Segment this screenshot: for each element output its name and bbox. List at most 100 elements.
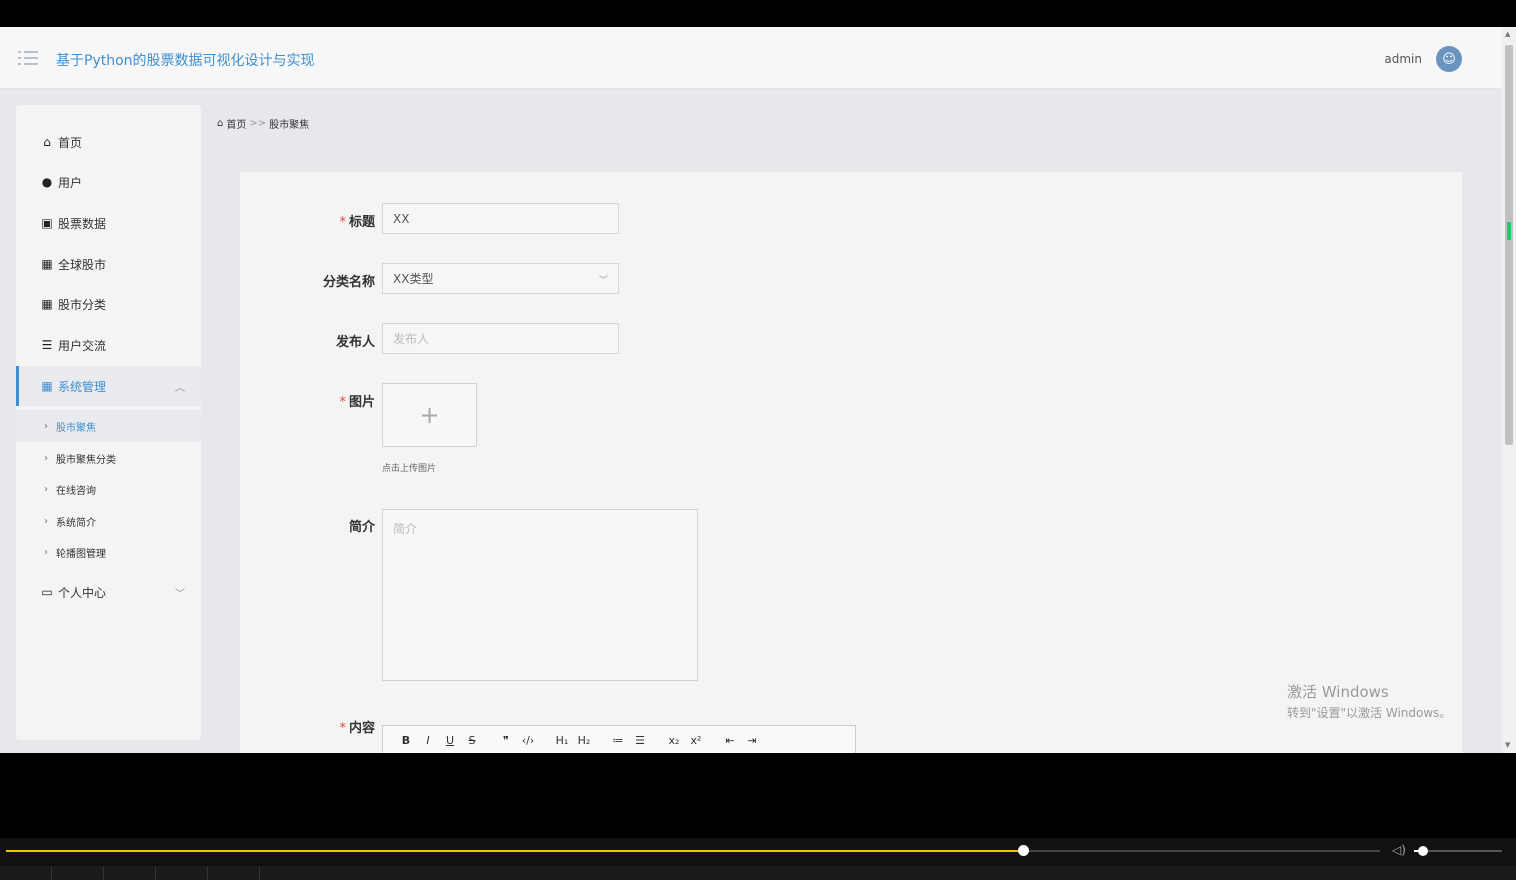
- bold-button[interactable]: B: [395, 734, 417, 747]
- heading2-button[interactable]: H₂: [573, 734, 595, 747]
- intro-label: 简介: [255, 516, 375, 535]
- breadcrumb-home[interactable]: 首页: [226, 116, 246, 131]
- sidebar-subitem-label: 股市聚焦分类: [56, 454, 116, 466]
- taskbar-slot[interactable]: [52, 866, 104, 880]
- volume-knob[interactable]: [1418, 846, 1428, 856]
- list-icon: ☰: [41, 338, 53, 352]
- top-bar: 基于Python的股票数据可视化设计与实现 admin ☺: [0, 27, 1502, 89]
- sidebar-subitem-market-focus[interactable]: › 股市聚焦: [16, 410, 201, 442]
- chevron-right-icon: ›: [44, 483, 48, 495]
- sidebar-item-label: 系统管理: [58, 379, 107, 394]
- browser-viewport: 基于Python的股票数据可视化设计与实现 admin ☺ ⌂ 首页 ● 用户 …: [0, 27, 1502, 753]
- chevron-right-icon: ›: [44, 546, 48, 558]
- title-label-text: 标题: [348, 215, 375, 230]
- intro-textarea[interactable]: 简介: [382, 509, 698, 681]
- sidebar-item-personal-center[interactable]: ▭ 个人中心 ﹀: [16, 572, 201, 612]
- sidebar-subitem-market-focus-category[interactable]: › 股市聚焦分类: [16, 442, 201, 474]
- user-name[interactable]: admin: [1384, 52, 1422, 66]
- sidebar-subitem-system-intro[interactable]: › 系统简介: [16, 505, 201, 537]
- breadcrumb-current: 股市聚焦: [269, 120, 310, 131]
- menu-toggle-icon[interactable]: [18, 51, 40, 67]
- sidebar-item-home[interactable]: ⌂ 首页: [16, 122, 201, 162]
- upload-hint: 点击上传图片: [382, 464, 437, 474]
- underline-button[interactable]: U: [439, 734, 461, 747]
- subscript-button[interactable]: x₂: [663, 734, 685, 747]
- publisher-input[interactable]: 发布人: [382, 323, 619, 354]
- sidebar-item-label: 全球股市: [58, 257, 107, 272]
- blockquote-button[interactable]: ❞: [495, 734, 517, 747]
- avatar[interactable]: ☺: [1436, 46, 1462, 72]
- sidebar-item-label: 用户交流: [58, 338, 107, 353]
- volume-icon[interactable]: ◁): [1392, 843, 1406, 857]
- sidebar-subitem-carousel[interactable]: › 轮播图管理: [16, 536, 201, 568]
- intro-label-text: 简介: [348, 520, 375, 535]
- sidebar-item-label: 用户: [58, 175, 83, 190]
- taskbar-slot[interactable]: [104, 866, 156, 880]
- taskbar-strip: [0, 866, 1516, 880]
- taskbar-slot[interactable]: [208, 866, 260, 880]
- ordered-list-button[interactable]: ≔: [607, 734, 629, 747]
- outdent-button[interactable]: ⇤: [719, 734, 741, 747]
- grid-icon: ▦: [41, 257, 53, 271]
- indent-button[interactable]: ⇥: [741, 734, 763, 747]
- grid-icon: ▦: [41, 379, 53, 393]
- image-label-text: 图片: [348, 395, 375, 410]
- sidebar: ⌂ 首页 ● 用户 ▣ 股票数据 ▦ 全球股市 ▦ 股市分类 ☰ 用户交流 ▦ …: [16, 105, 201, 740]
- sidebar-item-users[interactable]: ● 用户: [16, 162, 201, 202]
- sidebar-item-global-market[interactable]: ▦ 全球股市: [16, 244, 201, 284]
- superscript-button[interactable]: x²: [685, 734, 707, 747]
- sidebar-subitem-label: 系统简介: [56, 517, 96, 529]
- taskbar-slot[interactable]: [156, 866, 208, 880]
- image-upload-button[interactable]: +: [382, 383, 477, 447]
- image-label: * 图片: [255, 391, 375, 410]
- rich-text-toolbar: B I U S ❞ ‹/› H₁ H₂ ≔ ☰ x₂ x² ⇤ ⇥: [382, 725, 856, 753]
- home-icon: ⌂: [217, 118, 224, 129]
- heading1-button[interactable]: H₁: [551, 734, 573, 747]
- sidebar-item-label: 首页: [58, 135, 83, 150]
- chevron-down-icon: ﹀: [175, 588, 185, 600]
- required-mark: *: [339, 721, 346, 736]
- page-scrollbar[interactable]: ▲ ▼: [1502, 27, 1516, 753]
- sidebar-subitem-label: 在线咨询: [56, 485, 96, 497]
- chevron-up-icon: ︿: [175, 382, 185, 394]
- title-input[interactable]: XX: [382, 203, 619, 234]
- content-label: * 内容: [255, 717, 375, 736]
- bullet-list-button[interactable]: ☰: [629, 734, 651, 747]
- sidebar-item-stock-data[interactable]: ▣ 股票数据: [16, 203, 201, 243]
- chevron-right-icon: ›: [44, 515, 48, 527]
- grid-icon: ▦: [41, 297, 53, 311]
- code-button[interactable]: ‹/›: [517, 734, 539, 747]
- app-title: 基于Python的股票数据可视化设计与实现: [56, 53, 315, 69]
- progress-knob[interactable]: [1018, 845, 1029, 856]
- category-label: 分类名称: [255, 271, 375, 290]
- scroll-marker: [1507, 222, 1511, 240]
- clipboard-icon: ▣: [41, 216, 53, 230]
- italic-button[interactable]: I: [417, 734, 439, 747]
- category-select[interactable]: XX类型 ﹀: [382, 263, 619, 294]
- plus-icon: +: [419, 401, 440, 429]
- required-mark: *: [339, 395, 346, 410]
- sidebar-item-user-forum[interactable]: ☰ 用户交流: [16, 325, 201, 365]
- sidebar-item-label: 股市分类: [58, 297, 107, 312]
- scroll-down-icon[interactable]: ▼: [1505, 741, 1510, 749]
- sidebar-item-market-category[interactable]: ▦ 股市分类: [16, 284, 201, 324]
- scroll-thumb[interactable]: [1505, 45, 1513, 445]
- progress-fill: [6, 850, 1023, 852]
- category-label-text: 分类名称: [322, 275, 375, 290]
- sidebar-item-label: 股票数据: [58, 216, 107, 231]
- publisher-label-text: 发布人: [335, 335, 375, 350]
- sidebar-subitem-online-consult[interactable]: › 在线咨询: [16, 473, 201, 505]
- chevron-right-icon: ›: [44, 452, 48, 464]
- title-label: * 标题: [255, 211, 375, 230]
- category-select-value: XX类型: [393, 272, 434, 286]
- publisher-label: 发布人: [255, 331, 375, 350]
- taskbar-slot[interactable]: [0, 866, 52, 880]
- form-panel: * 标题 XX 分类名称 XX类型 ﹀ 发布人 发布人 * 图片 + 点击上传图片 …: [240, 172, 1462, 753]
- sidebar-item-system-management[interactable]: ▦ 系统管理 ︿: [16, 366, 201, 406]
- strikethrough-button[interactable]: S: [461, 734, 483, 747]
- scroll-up-icon[interactable]: ▲: [1505, 30, 1510, 38]
- sidebar-subitem-label: 轮播图管理: [56, 548, 106, 560]
- chevron-right-icon: ›: [44, 420, 48, 432]
- watermark-line1: 激活 Windows: [1287, 683, 1389, 701]
- breadcrumb: ⌂ 首页 >> 股市聚焦: [217, 116, 309, 131]
